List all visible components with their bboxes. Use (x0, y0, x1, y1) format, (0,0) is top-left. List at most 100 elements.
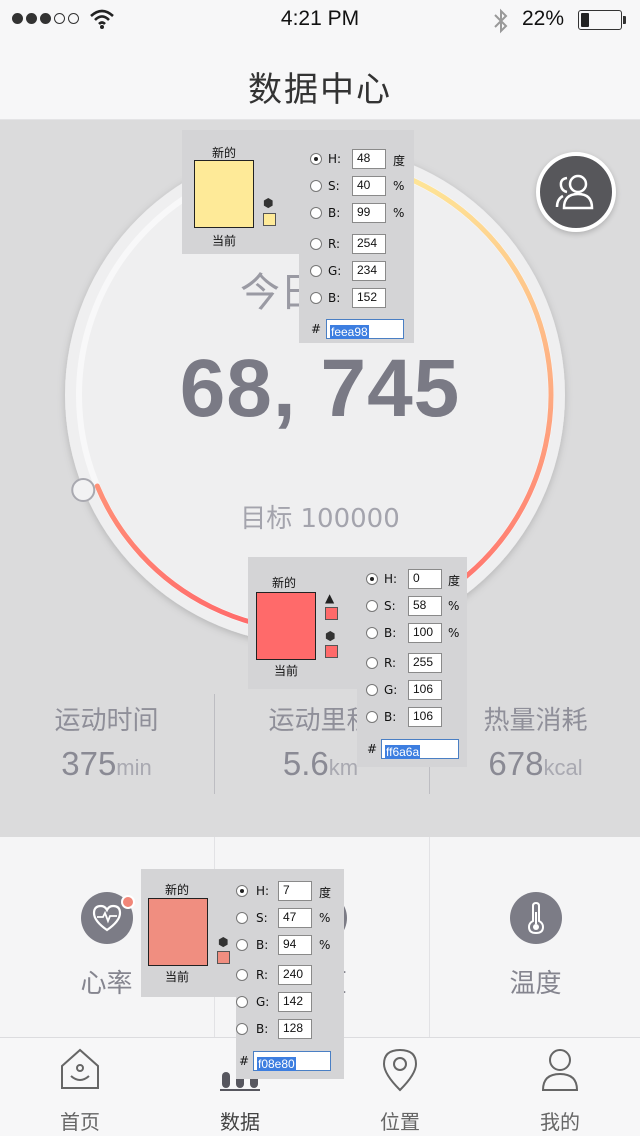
gamut-warning-icon[interactable]: ▲ (325, 591, 334, 605)
saturation-field[interactable]: 47 (278, 908, 312, 928)
blue-radio[interactable] (236, 1023, 248, 1035)
bluetooth-icon (494, 8, 508, 34)
hue-field[interactable]: 0 (408, 569, 442, 589)
blue-label: B: (256, 1022, 269, 1036)
brightness-radio[interactable] (366, 627, 378, 639)
blue-radio[interactable] (366, 711, 378, 723)
hex-value: f08e80 (257, 1057, 296, 1071)
hue-field[interactable]: 7 (278, 881, 312, 901)
green-radio[interactable] (366, 684, 378, 696)
green-radio[interactable] (236, 996, 248, 1008)
degree-unit: 度 (393, 154, 406, 168)
home-icon (61, 1048, 99, 1089)
green-radio[interactable] (310, 265, 322, 277)
brightness-field[interactable]: 94 (278, 935, 312, 955)
blue-label: B: (384, 710, 397, 724)
hex-field[interactable]: f08e80 (253, 1051, 331, 1071)
hue-radio[interactable] (366, 573, 378, 585)
b-label: B: (256, 938, 269, 952)
color-picker-values-panel: H: 48 度 S: 40 % B: 99 % R: 254 G: 234 B:… (299, 130, 414, 343)
hex-field[interactable]: feea98 (326, 319, 404, 339)
s-label: S: (328, 179, 340, 193)
color-picker-values-panel: H: 0 度 S: 58 % B: 100 % R: 255 G: 106 B:… (357, 557, 467, 767)
web-safe-swatch[interactable] (325, 645, 338, 658)
color-picker-swatch-panel: 新的 当前 ▲ ⬢ (248, 557, 358, 689)
saturation-field[interactable]: 40 (352, 176, 386, 196)
tab-label: 首页 (60, 1110, 100, 1134)
green-field[interactable]: 142 (278, 992, 312, 1012)
hash-label: # (367, 742, 378, 756)
new-color-swatch (194, 160, 254, 228)
tab-label: 我的 (540, 1110, 580, 1134)
new-color-label: 新的 (272, 576, 297, 590)
notification-badge (121, 895, 135, 909)
b-label: B: (384, 626, 397, 640)
percent-unit: % (319, 938, 331, 952)
s-label: S: (256, 911, 268, 925)
saturation-field[interactable]: 58 (408, 596, 442, 616)
stat-unit: km (328, 755, 359, 780)
metric-label: 温度 (509, 969, 562, 999)
new-color-label: 新的 (212, 146, 237, 160)
percent-unit: % (448, 599, 460, 613)
web-safe-cube-icon[interactable]: ⬢ (263, 196, 273, 210)
stat-unit: min (116, 755, 152, 780)
percent-unit: % (393, 206, 405, 220)
hue-radio[interactable] (310, 153, 322, 165)
brightness-radio[interactable] (310, 207, 322, 219)
blue-radio[interactable] (310, 292, 322, 304)
group-icon (555, 174, 594, 210)
brightness-radio[interactable] (236, 939, 248, 951)
saturation-radio[interactable] (366, 600, 378, 612)
red-radio[interactable] (236, 969, 248, 981)
stat-value: 375min (61, 745, 152, 782)
tab-location[interactable]: 位置 (320, 1038, 480, 1136)
web-safe-swatch[interactable] (263, 213, 276, 226)
s-label: S: (384, 599, 396, 613)
green-field[interactable]: 106 (408, 680, 442, 700)
stat-exercise-time: 运动时间 375min (0, 700, 213, 783)
g-label: G: (328, 264, 342, 278)
red-radio[interactable] (366, 657, 378, 669)
red-radio[interactable] (310, 238, 322, 250)
new-color-swatch (148, 898, 208, 966)
tab-profile[interactable]: 我的 (480, 1038, 640, 1136)
location-icon (382, 1048, 418, 1092)
brightness-field[interactable]: 100 (408, 623, 442, 643)
battery-percentage: 22% (522, 7, 565, 30)
red-field[interactable]: 255 (408, 653, 442, 673)
blue-field[interactable]: 152 (352, 288, 386, 308)
current-color-label: 当前 (212, 234, 237, 248)
g-label: G: (256, 995, 270, 1009)
battery-icon (578, 10, 622, 30)
blue-field[interactable]: 106 (408, 707, 442, 727)
h-label: H: (328, 152, 342, 166)
metric-temperature[interactable]: 温度 (429, 837, 640, 1037)
hex-field[interactable]: ff6a6a (381, 739, 459, 759)
green-field[interactable]: 234 (352, 261, 386, 281)
tab-label: 位置 (380, 1110, 420, 1134)
web-safe-cube-icon[interactable]: ⬢ (218, 935, 228, 949)
gamut-swatch[interactable] (325, 607, 338, 620)
web-safe-cube-icon[interactable]: ⬢ (325, 629, 335, 643)
h-label: H: (384, 572, 398, 586)
profile-icon (541, 1049, 579, 1091)
brightness-field[interactable]: 99 (352, 203, 386, 223)
tab-label: 数据 (220, 1110, 260, 1134)
team-button[interactable] (536, 152, 616, 232)
saturation-radio[interactable] (310, 180, 322, 192)
tab-home[interactable]: 首页 (0, 1038, 160, 1136)
color-picker-swatch-panel: 新的 当前 ⬢ (182, 130, 300, 254)
color-picker-values-panel: H: 7 度 S: 47 % B: 94 % R: 240 G: 142 B: … (236, 869, 344, 1079)
degree-unit: 度 (448, 574, 461, 588)
step-goal: 目标 100000 (240, 504, 400, 534)
hue-radio[interactable] (236, 885, 248, 897)
hue-field[interactable]: 48 (352, 149, 386, 169)
blue-field[interactable]: 128 (278, 1019, 312, 1039)
red-field[interactable]: 240 (278, 965, 312, 985)
saturation-radio[interactable] (236, 912, 248, 924)
web-safe-swatch[interactable] (217, 951, 230, 964)
steps-count: 68, 745 (179, 343, 461, 434)
red-field[interactable]: 254 (352, 234, 386, 254)
hash-label: # (239, 1054, 250, 1068)
